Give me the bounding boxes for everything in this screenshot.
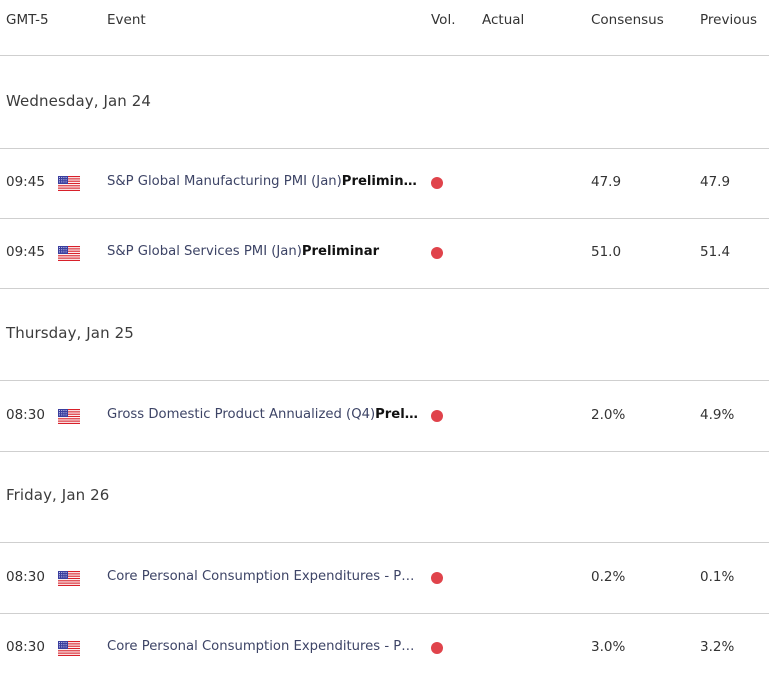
event-time: 08:30 (6, 569, 45, 585)
day-label: Friday, Jan 26 (6, 486, 110, 504)
header-actual: Actual (482, 12, 525, 28)
event-row[interactable]: 09:45 S&P Global Services PMI (Jan)Preli… (0, 218, 769, 289)
event-previous: 3.2% (700, 639, 735, 655)
event-name[interactable]: S&P Global Services PMI (Jan)Preliminar (107, 244, 429, 259)
event-name[interactable]: Gross Domestic Product Annualized (Q4)Pr… (107, 407, 429, 422)
event-previous: 51.4 (700, 244, 731, 260)
header-consensus: Consensus (591, 12, 664, 28)
event-time: 08:30 (6, 407, 45, 423)
header-event: Event (107, 12, 146, 28)
event-row[interactable]: 08:30 Core Personal Consumption Expendit… (0, 613, 769, 683)
day-label: Wednesday, Jan 24 (6, 92, 152, 110)
event-consensus: 0.2% (591, 569, 626, 585)
table-header: GMT-5 Event Vol. Actual Consensus Previo… (0, 0, 769, 56)
header-timezone[interactable]: GMT-5 (6, 12, 49, 28)
us-flag-icon (58, 571, 80, 586)
us-flag-icon (58, 246, 80, 261)
high-impact-icon (431, 177, 443, 189)
event-row[interactable]: 09:45 S&P Global Manufacturing PMI (Jan)… (0, 148, 769, 219)
event-row[interactable]: 08:30 Core Personal Consumption Expendit… (0, 543, 769, 614)
event-name[interactable]: Core Personal Consumption Expenditures -… (107, 569, 429, 584)
day-header: Wednesday, Jan 24 (0, 56, 769, 149)
us-flag-icon (58, 409, 80, 424)
event-previous: 4.9% (700, 407, 735, 423)
high-impact-icon (431, 410, 443, 422)
day-header: Friday, Jan 26 (0, 451, 769, 543)
event-time: 09:45 (6, 244, 45, 260)
event-name[interactable]: S&P Global Manufacturing PMI (Jan)Prelim… (107, 174, 429, 189)
us-flag-icon (58, 641, 80, 656)
header-vol: Vol. (431, 12, 456, 28)
event-consensus: 51.0 (591, 244, 622, 260)
us-flag-icon (58, 176, 80, 191)
event-consensus: 47.9 (591, 174, 622, 190)
high-impact-icon (431, 642, 443, 654)
day-label: Thursday, Jan 25 (6, 324, 134, 342)
high-impact-icon (431, 572, 443, 584)
event-time: 09:45 (6, 174, 45, 190)
header-previous: Previous (700, 12, 758, 28)
event-name[interactable]: Core Personal Consumption Expenditures -… (107, 639, 429, 654)
day-header: Thursday, Jan 25 (0, 289, 769, 381)
event-previous: 47.9 (700, 174, 731, 190)
high-impact-icon (431, 247, 443, 259)
event-previous: 0.1% (700, 569, 735, 585)
event-consensus: 2.0% (591, 407, 626, 423)
event-time: 08:30 (6, 639, 45, 655)
event-row[interactable]: 08:30 Gross Domestic Product Annualized … (0, 381, 769, 452)
event-consensus: 3.0% (591, 639, 626, 655)
